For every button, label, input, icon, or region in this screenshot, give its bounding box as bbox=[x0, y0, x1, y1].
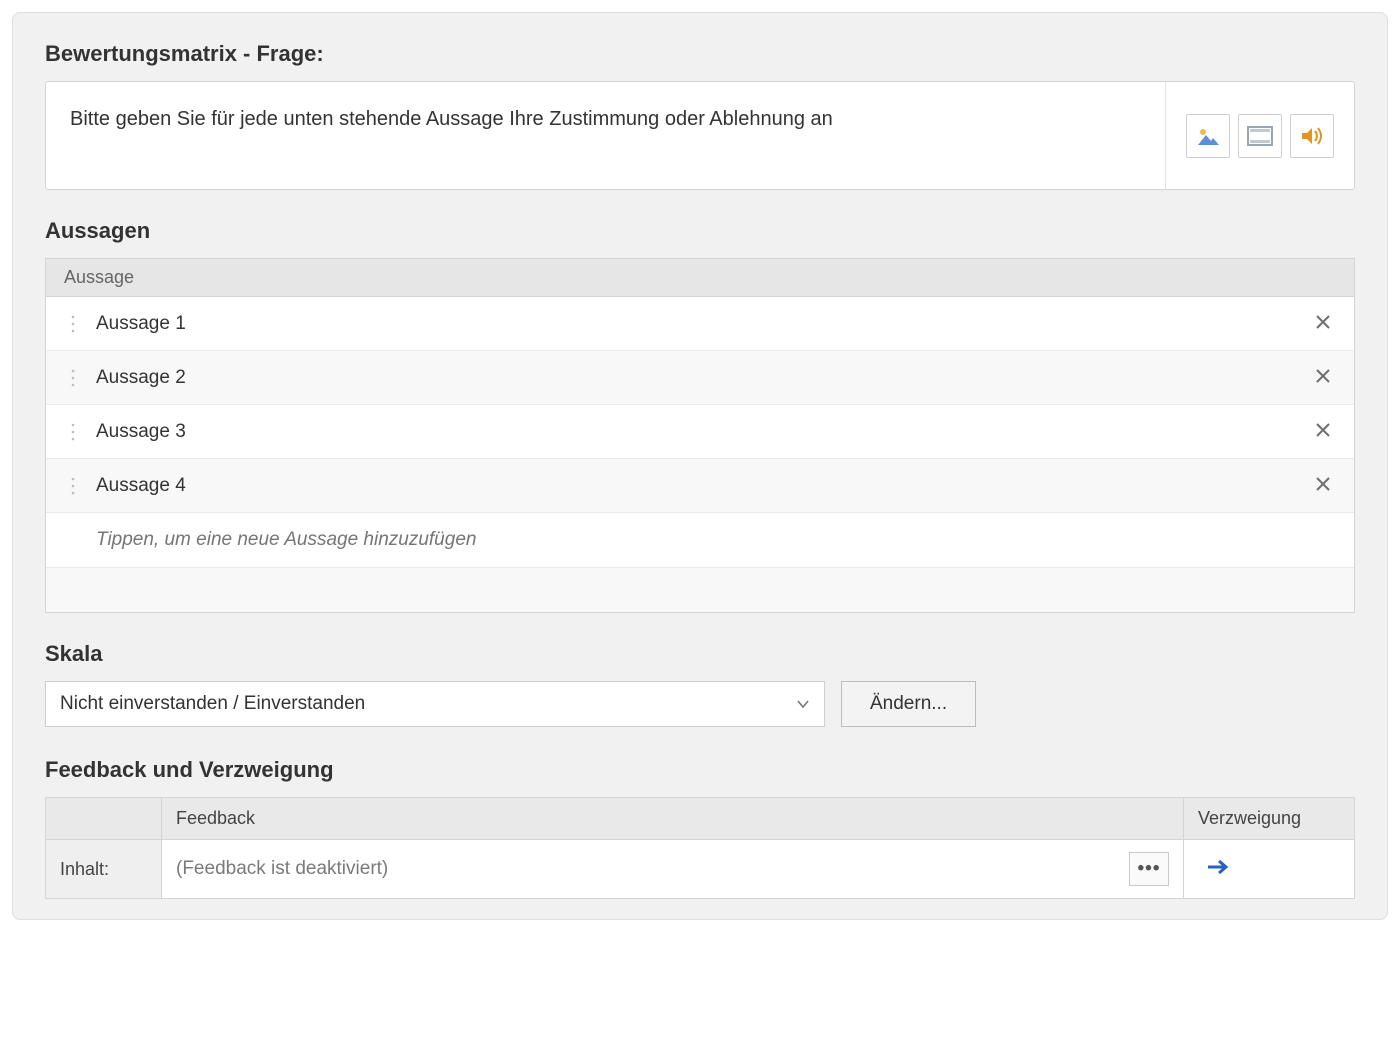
drag-handle-icon[interactable] bbox=[64, 422, 82, 442]
statements-column-header: Aussage bbox=[46, 259, 1354, 297]
statements-table: Aussage Aussage 1 Aussage 2 Aussage 3 bbox=[45, 258, 1355, 613]
image-icon bbox=[1195, 125, 1221, 147]
drag-handle-icon[interactable] bbox=[64, 476, 82, 496]
add-audio-button[interactable] bbox=[1290, 114, 1334, 158]
scale-select[interactable]: Nicht einverstanden / Einverstanden bbox=[45, 681, 825, 727]
delete-statement-button[interactable] bbox=[1310, 419, 1336, 444]
feedback-edit-button[interactable]: ••• bbox=[1129, 852, 1169, 886]
change-scale-button[interactable]: Ändern... bbox=[841, 681, 976, 727]
statement-row[interactable]: Aussage 2 bbox=[46, 351, 1354, 405]
feedback-section-title: Feedback und Verzweigung bbox=[45, 757, 1355, 783]
question-text-input[interactable]: Bitte geben Sie für jede unten stehende … bbox=[46, 82, 1165, 189]
scale-selected-value: Nicht einverstanden / Einverstanden bbox=[60, 693, 365, 715]
feedback-header-empty bbox=[46, 798, 162, 839]
add-video-button[interactable] bbox=[1238, 114, 1282, 158]
feedback-row-label: Inhalt: bbox=[46, 840, 162, 898]
audio-icon bbox=[1299, 125, 1325, 147]
editor-panel: Bewertungsmatrix - Frage: Bitte geben Si… bbox=[12, 12, 1388, 920]
question-section-title: Bewertungsmatrix - Frage: bbox=[45, 41, 1355, 67]
feedback-header-branching: Verzweigung bbox=[1184, 798, 1354, 839]
drag-handle-icon[interactable] bbox=[64, 314, 82, 334]
statement-row[interactable]: Aussage 3 bbox=[46, 405, 1354, 459]
branching-button[interactable] bbox=[1198, 852, 1238, 886]
statement-label[interactable]: Aussage 4 bbox=[96, 475, 1310, 497]
delete-statement-button[interactable] bbox=[1310, 365, 1336, 390]
delete-statement-button[interactable] bbox=[1310, 311, 1336, 336]
question-box: Bitte geben Sie für jede unten stehende … bbox=[45, 81, 1355, 190]
close-icon bbox=[1316, 369, 1330, 383]
ellipsis-icon: ••• bbox=[1138, 858, 1161, 880]
close-icon bbox=[1316, 423, 1330, 437]
arrow-right-icon bbox=[1206, 858, 1230, 876]
video-icon bbox=[1247, 125, 1273, 147]
close-icon bbox=[1316, 477, 1330, 491]
scale-row: Nicht einverstanden / Einverstanden Ände… bbox=[45, 681, 1355, 727]
chevron-down-icon bbox=[796, 693, 810, 715]
feedback-table-row: Inhalt: (Feedback ist deaktiviert) ••• bbox=[46, 840, 1354, 898]
feedback-disabled-text: (Feedback ist deaktiviert) bbox=[176, 858, 1119, 880]
branching-cell bbox=[1184, 840, 1354, 898]
media-buttons bbox=[1165, 82, 1354, 189]
add-image-button[interactable] bbox=[1186, 114, 1230, 158]
delete-statement-button[interactable] bbox=[1310, 473, 1336, 498]
statements-section-title: Aussagen bbox=[45, 218, 1355, 244]
feedback-cell: (Feedback ist deaktiviert) ••• bbox=[162, 840, 1184, 898]
drag-handle-icon[interactable] bbox=[64, 368, 82, 388]
feedback-table-header: Feedback Verzweigung bbox=[46, 798, 1354, 840]
feedback-header-feedback: Feedback bbox=[162, 798, 1184, 839]
new-statement-row bbox=[46, 513, 1354, 568]
statement-label[interactable]: Aussage 1 bbox=[96, 313, 1310, 335]
statements-footer-spacer bbox=[46, 568, 1354, 612]
statement-label[interactable]: Aussage 3 bbox=[96, 421, 1310, 443]
statement-row[interactable]: Aussage 4 bbox=[46, 459, 1354, 513]
statement-row[interactable]: Aussage 1 bbox=[46, 297, 1354, 351]
new-statement-input[interactable] bbox=[96, 529, 1336, 551]
scale-section-title: Skala bbox=[45, 641, 1355, 667]
close-icon bbox=[1316, 315, 1330, 329]
statement-label[interactable]: Aussage 2 bbox=[96, 367, 1310, 389]
feedback-table: Feedback Verzweigung Inhalt: (Feedback i… bbox=[45, 797, 1355, 899]
